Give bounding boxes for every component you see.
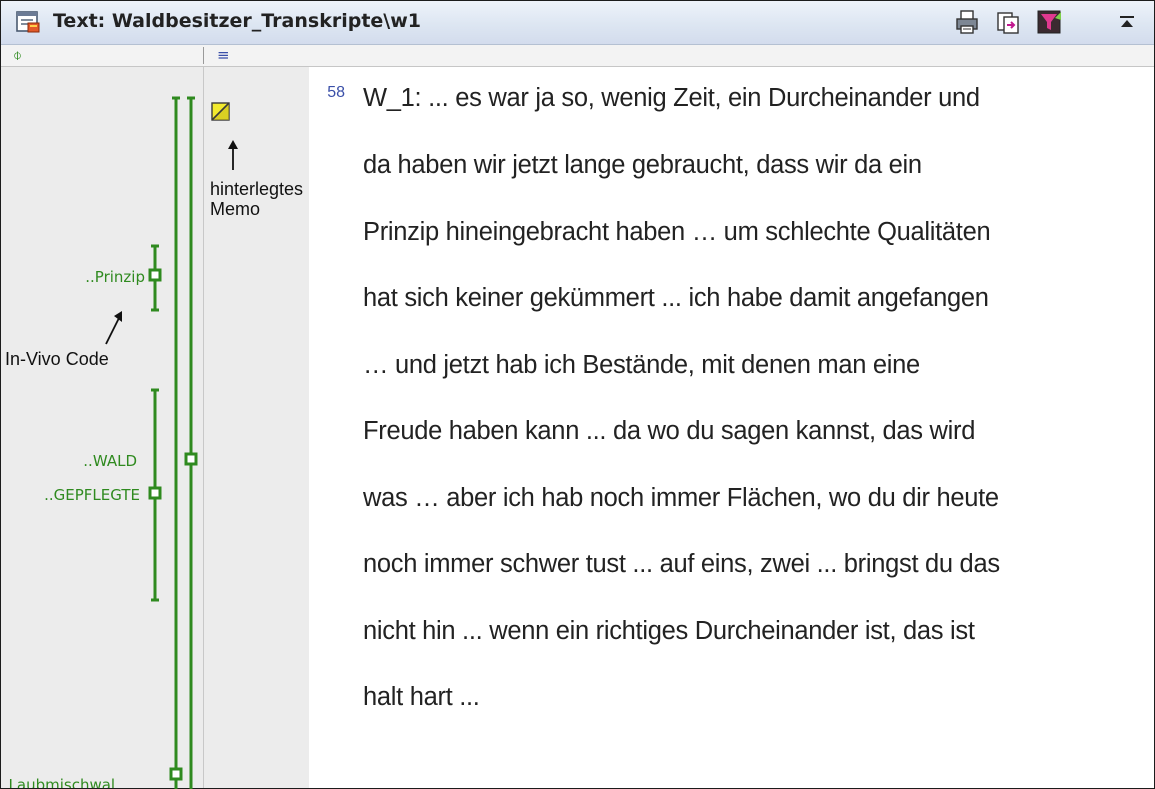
text-line[interactable]: nicht hin ... wenn ein richtiges Durchei… (363, 617, 975, 646)
text-line[interactable]: was … aber ich hab noch immer Flächen, w… (363, 484, 999, 513)
column-header: ⌽ ≡ (1, 45, 1154, 67)
collapse-icon[interactable] (1113, 8, 1141, 36)
document-text-area[interactable]: W_1: ... es war ja so, wenig Zeit, ein D… (351, 67, 1154, 788)
code-label-gepflegte[interactable]: ..GEPFLEGTE (44, 486, 140, 504)
code-label-laubmischwal[interactable]: ..Laubmischwal (1, 776, 115, 788)
filter-icon[interactable] (1035, 8, 1063, 36)
print-icon[interactable] (953, 8, 981, 36)
memo-annotation-line2: Memo (210, 199, 261, 219)
column-separator[interactable] (203, 47, 204, 64)
text-line[interactable]: halt hart ... (363, 683, 480, 712)
document-browser-icon (16, 11, 40, 33)
text-line[interactable]: W_1: ... es war ja so, wenig Zeit, ein D… (363, 84, 980, 113)
paragraph-number: 58 (327, 84, 345, 101)
export-icon[interactable] (994, 8, 1022, 36)
coding-stripes-pane (1, 67, 204, 788)
text-line[interactable]: hat sich keiner gekümmert ... ich habe d… (363, 284, 989, 313)
code-label-wald[interactable]: ..WALD (83, 452, 137, 470)
code-column-icon[interactable]: ⌽ (13, 46, 22, 64)
text-line[interactable]: noch immer schwer tust ... auf eins, zwe… (363, 550, 1000, 579)
invivo-annotation: In-Vivo Code (5, 349, 109, 369)
window-title: Text: Waldbesitzer_Transkripte\w1 (53, 10, 421, 32)
paragraph-number-column: 58 (309, 67, 351, 788)
text-line[interactable]: … und jetzt hab ich Bestände, mit denen … (363, 351, 920, 380)
title-bar: Text: Waldbesitzer_Transkripte\w1 (1, 1, 1154, 45)
text-line[interactable]: Prinzip hineingebracht haben … um schlec… (363, 218, 991, 247)
memo-column (204, 67, 309, 788)
document-browser-window: Text: Waldbesitzer_Transkripte\w1 ⌽ ≡ 58… (0, 0, 1155, 789)
memo-column-icon[interactable]: ≡ (217, 46, 230, 64)
code-label-prinzip[interactable]: ..Prinzip (85, 268, 145, 286)
text-line[interactable]: da haben wir jetzt lange gebraucht, dass… (363, 151, 922, 180)
memo-annotation-line1: hinterlegtes (210, 179, 304, 199)
text-line[interactable]: Freude haben kann ... da wo du sagen kan… (363, 417, 975, 446)
